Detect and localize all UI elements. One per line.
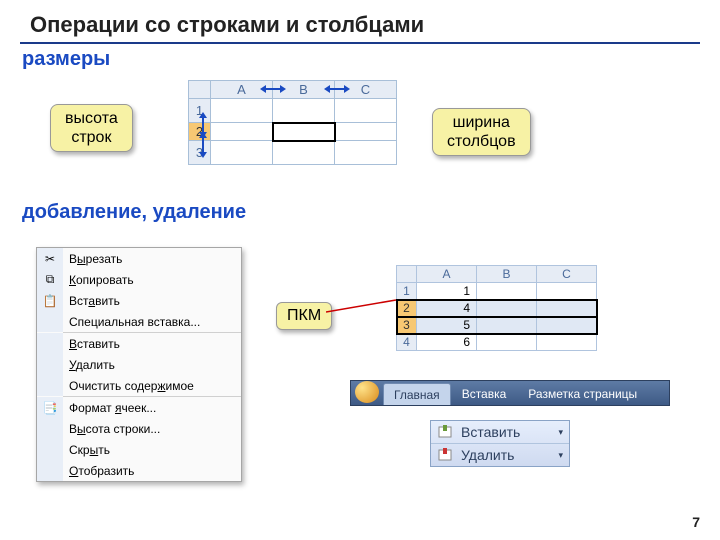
ctx-hide[interactable]: Скрыть <box>37 439 241 460</box>
selected-cell <box>273 123 335 141</box>
ribbon-tabs: Главная Вставка Разметка страницы <box>350 380 670 406</box>
g2-col-a: A <box>417 266 477 283</box>
title-rule <box>20 42 700 44</box>
table-row: 2 4 <box>397 300 597 317</box>
resize-arrow-r23 <box>196 132 210 158</box>
delete-cells-icon <box>437 448 455 462</box>
insert-button[interactable]: Вставить ▾ <box>431 421 569 443</box>
cells-group: Вставить ▾ Удалить ▾ <box>430 420 570 467</box>
ctx-insert[interactable]: Вставить <box>37 333 241 354</box>
section-add-delete: добавление, удаление <box>0 201 720 224</box>
section-sizes: размеры <box>0 48 720 71</box>
corner-cell <box>189 81 211 99</box>
ctx-cut[interactable]: ✂ Вырезать <box>37 248 241 269</box>
slide-title: Операции со строками и столбцами <box>0 0 720 40</box>
resize-arrow-ab <box>260 82 286 96</box>
table-row: 4 6 <box>397 334 597 351</box>
table-row: 1 1 <box>397 283 597 300</box>
tab-home[interactable]: Главная <box>383 383 451 405</box>
g2-col-c: C <box>537 266 597 283</box>
ctx-paste-special[interactable]: Специальная вставка... <box>37 311 241 332</box>
delete-button[interactable]: Удалить ▾ <box>431 443 569 466</box>
callout-rmb: ПКМ <box>276 302 332 330</box>
ctx-format-cells[interactable]: 📑 Формат ячеек... <box>37 397 241 418</box>
callout-row-height: высота строк <box>50 104 133 152</box>
connector-line <box>326 296 400 316</box>
ctx-delete[interactable]: Удалить <box>37 354 241 375</box>
tab-page-layout[interactable]: Разметка страницы <box>517 382 648 405</box>
spreadsheet-sizes: A B C 1 2 3 <box>188 80 397 165</box>
tab-insert[interactable]: Вставка <box>451 382 518 405</box>
callout-col-width: ширина столбцов <box>432 108 531 156</box>
page-number: 7 <box>692 514 700 530</box>
copy-icon: ⧉ <box>37 269 63 290</box>
resize-arrow-bc <box>324 82 350 96</box>
ctx-row-height[interactable]: Высота строки... <box>37 418 241 439</box>
ctx-copy[interactable]: ⧉ Копировать <box>37 269 241 290</box>
context-menu: ✂ Вырезать ⧉ Копировать 📋 Вставить Специ… <box>36 247 242 482</box>
spreadsheet-data: A B C 1 1 2 4 3 5 4 6 <box>396 265 597 351</box>
ctx-clear[interactable]: Очистить содержимое <box>37 375 241 396</box>
office-button-icon[interactable] <box>355 381 379 403</box>
insert-cells-icon <box>437 425 455 439</box>
cut-icon: ✂ <box>37 248 63 269</box>
g2-col-b: B <box>477 266 537 283</box>
ctx-show[interactable]: Отобразить <box>37 460 241 481</box>
chevron-down-icon: ▾ <box>558 450 563 461</box>
paste-icon: 📋 <box>37 290 63 311</box>
chevron-down-icon: ▾ <box>558 427 563 438</box>
format-icon: 📑 <box>37 397 63 418</box>
ctx-paste[interactable]: 📋 Вставить <box>37 290 241 311</box>
table-row: 3 5 <box>397 317 597 334</box>
